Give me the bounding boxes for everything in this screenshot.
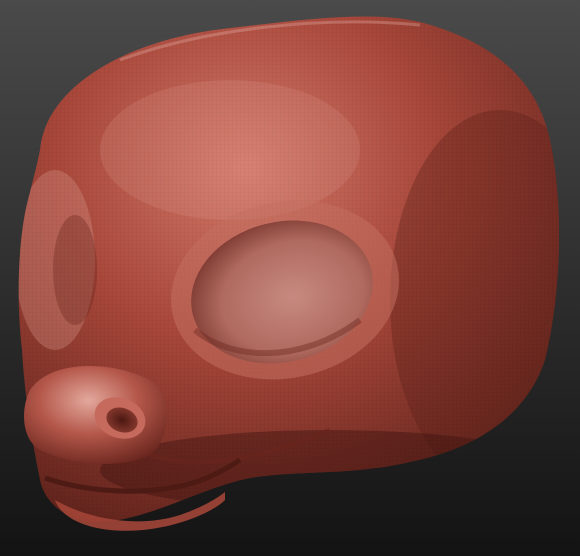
sculpt-canvas[interactable] [0,0,580,556]
sculpt-viewport[interactable] [0,0,580,556]
